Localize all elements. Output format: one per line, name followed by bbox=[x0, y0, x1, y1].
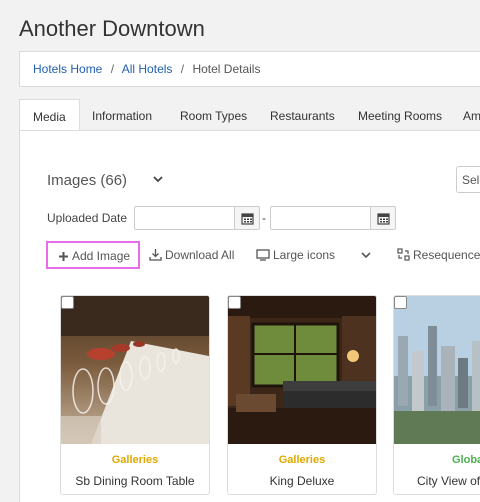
monitor-icon bbox=[256, 249, 270, 261]
download-icon bbox=[149, 249, 162, 261]
tab-amenities[interactable]: Am bbox=[463, 99, 480, 130]
breadcrumb: Hotels Home / All Hotels / Hotel Details bbox=[19, 51, 480, 87]
add-image-button[interactable]: Add Image bbox=[46, 241, 140, 269]
image-card[interactable]: Globa City View of bbox=[393, 295, 480, 495]
card-category: Galleries bbox=[278, 454, 326, 466]
resequence-button[interactable]: Resequence bbox=[397, 241, 480, 269]
card-category: Globa bbox=[452, 454, 480, 466]
card-category: Galleries bbox=[111, 454, 159, 466]
select-checkbox[interactable] bbox=[394, 296, 407, 309]
images-count-heading: Images (66) bbox=[47, 172, 128, 189]
chevron-down-icon[interactable] bbox=[152, 173, 164, 185]
breadcrumb-hotels-home[interactable]: Hotels Home bbox=[33, 62, 102, 76]
select-checkbox[interactable] bbox=[61, 296, 74, 309]
tab-bar: Media Information Room Types Restaurants… bbox=[19, 99, 480, 131]
tab-room-types[interactable]: Room Types bbox=[180, 99, 247, 130]
king-deluxe-room-photo bbox=[228, 296, 376, 444]
tab-meeting-rooms[interactable]: Meeting Rooms bbox=[358, 99, 442, 130]
uploaded-date-label: Uploaded Date bbox=[47, 211, 128, 225]
card-caption: City View of bbox=[417, 474, 480, 488]
resequence-label: Resequence bbox=[413, 248, 480, 262]
date-from-input[interactable] bbox=[134, 206, 236, 230]
dining-room-photo bbox=[61, 296, 209, 444]
image-card[interactable]: Galleries Sb Dining Room Table bbox=[60, 295, 210, 495]
image-card[interactable]: Galleries King Deluxe bbox=[227, 295, 377, 495]
breadcrumb-separator: / bbox=[110, 62, 115, 76]
calendar-icon bbox=[241, 213, 254, 225]
tab-media[interactable]: Media bbox=[19, 99, 80, 130]
view-mode-dropdown[interactable]: Large icons bbox=[256, 241, 375, 269]
date-range-dash: - bbox=[262, 211, 266, 225]
card-caption: Sb Dining Room Table bbox=[75, 474, 195, 488]
chevron-down-icon bbox=[361, 252, 371, 259]
date-to-calendar-button[interactable] bbox=[370, 206, 396, 230]
date-from-calendar-button[interactable] bbox=[234, 206, 260, 230]
download-all-button[interactable]: Download All bbox=[149, 241, 234, 269]
view-mode-label: Large icons bbox=[273, 248, 336, 262]
breadcrumb-separator: / bbox=[180, 62, 185, 76]
select-checkbox[interactable] bbox=[228, 296, 241, 309]
breadcrumb-all-hotels[interactable]: All Hotels bbox=[122, 62, 173, 76]
date-to-input[interactable] bbox=[270, 206, 372, 230]
add-image-label: Add Image bbox=[72, 249, 131, 263]
plus-icon bbox=[59, 252, 68, 261]
calendar-icon bbox=[377, 213, 390, 225]
card-caption: King Deluxe bbox=[269, 474, 335, 488]
resequence-icon bbox=[397, 248, 410, 261]
breadcrumb-current: Hotel Details bbox=[192, 62, 261, 76]
tab-restaurants[interactable]: Restaurants bbox=[270, 99, 335, 130]
download-all-label: Download All bbox=[165, 248, 235, 262]
sort-select[interactable]: Sele bbox=[456, 166, 480, 193]
page-title: Another Downtown bbox=[19, 16, 205, 41]
tab-information[interactable]: Information bbox=[92, 99, 152, 130]
city-view-photo bbox=[394, 296, 480, 444]
